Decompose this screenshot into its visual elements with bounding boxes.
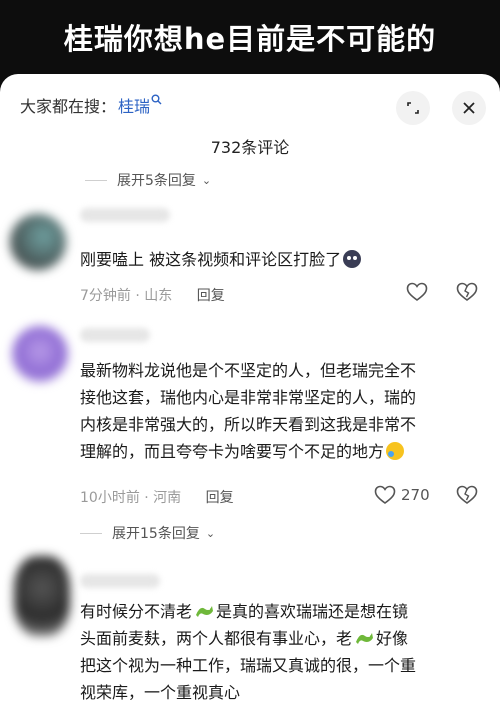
avatar[interactable]	[14, 556, 70, 636]
chevron-down-icon: ⌄	[205, 526, 216, 540]
divider-line	[80, 532, 102, 534]
reply-button[interactable]: 回复	[197, 288, 225, 304]
comment-text: 刚要嗑上 被这条视频和评论区打脸了	[80, 246, 480, 273]
comment-meta: 7分钟前 · 山东 回复	[80, 285, 225, 305]
dislike-button[interactable]	[456, 485, 478, 509]
comment-time: 7分钟前 · 山东	[80, 288, 173, 304]
heart-icon	[374, 485, 396, 504]
like-count: 270	[401, 486, 430, 504]
username-blurred[interactable]	[80, 208, 170, 222]
comments-sheet: 大家都在搜： 桂瑞 732条评论 展开5条回复 ⌄ 刚要嗑上 被这条视频和评论区…	[0, 74, 500, 702]
dislike-button[interactable]	[456, 282, 478, 306]
comment-time: 10小时前 · 河南	[80, 490, 182, 506]
broken-heart-icon	[456, 485, 478, 504]
expand-button[interactable]	[396, 91, 430, 125]
dragon-emoji	[196, 606, 214, 617]
avatar[interactable]	[12, 326, 68, 382]
broken-heart-icon	[456, 282, 478, 301]
chevron-down-icon: ⌄	[201, 173, 212, 187]
expand-replies-label: 展开5条回复	[117, 173, 196, 189]
expand-icon	[407, 102, 419, 114]
expand-replies[interactable]: 展开15条回复 ⌄	[80, 523, 215, 543]
banner-title: 桂瑞你想he目前是不可能的	[63, 22, 437, 56]
comment-text: 最新物料龙说他是个不坚定的人，但老瑞完全不 接他这套，瑞他内心是非常非常坚定的人…	[80, 361, 417, 461]
reply-button[interactable]: 回复	[206, 490, 234, 506]
close-icon	[463, 102, 475, 114]
video-caption-banner: 桂瑞你想he目前是不可能的	[0, 0, 500, 74]
cry-emoji	[386, 442, 405, 460]
like-button[interactable]	[406, 282, 428, 302]
username-blurred[interactable]	[80, 574, 160, 588]
username-blurred[interactable]	[80, 328, 150, 342]
close-button[interactable]	[452, 91, 486, 125]
divider-line	[85, 179, 107, 181]
like-button[interactable]: 270	[374, 485, 430, 505]
comment-count: 732条评论	[210, 138, 290, 157]
avatar[interactable]	[10, 214, 66, 270]
search-icon	[151, 94, 162, 108]
dragon-emoji	[356, 633, 374, 644]
expand-replies-label: 展开15条回复	[112, 526, 200, 542]
comment-text: 有时候分不清老 是真的喜欢瑞瑞还是想在镜 头面前麦麸，两个人都很有事业心，老 好像 …	[80, 602, 417, 702]
comment-meta: 10小时前 · 河南 回复	[80, 487, 234, 507]
heart-icon	[406, 282, 428, 301]
search-prefix: 大家都在搜：	[20, 97, 117, 116]
search-term[interactable]: 桂瑞	[118, 93, 150, 117]
expand-replies-top[interactable]: 展开5条回复 ⌄	[85, 170, 211, 190]
face-emoji	[343, 250, 362, 268]
search-suggestion[interactable]: 大家都在搜： 桂瑞	[20, 91, 162, 119]
